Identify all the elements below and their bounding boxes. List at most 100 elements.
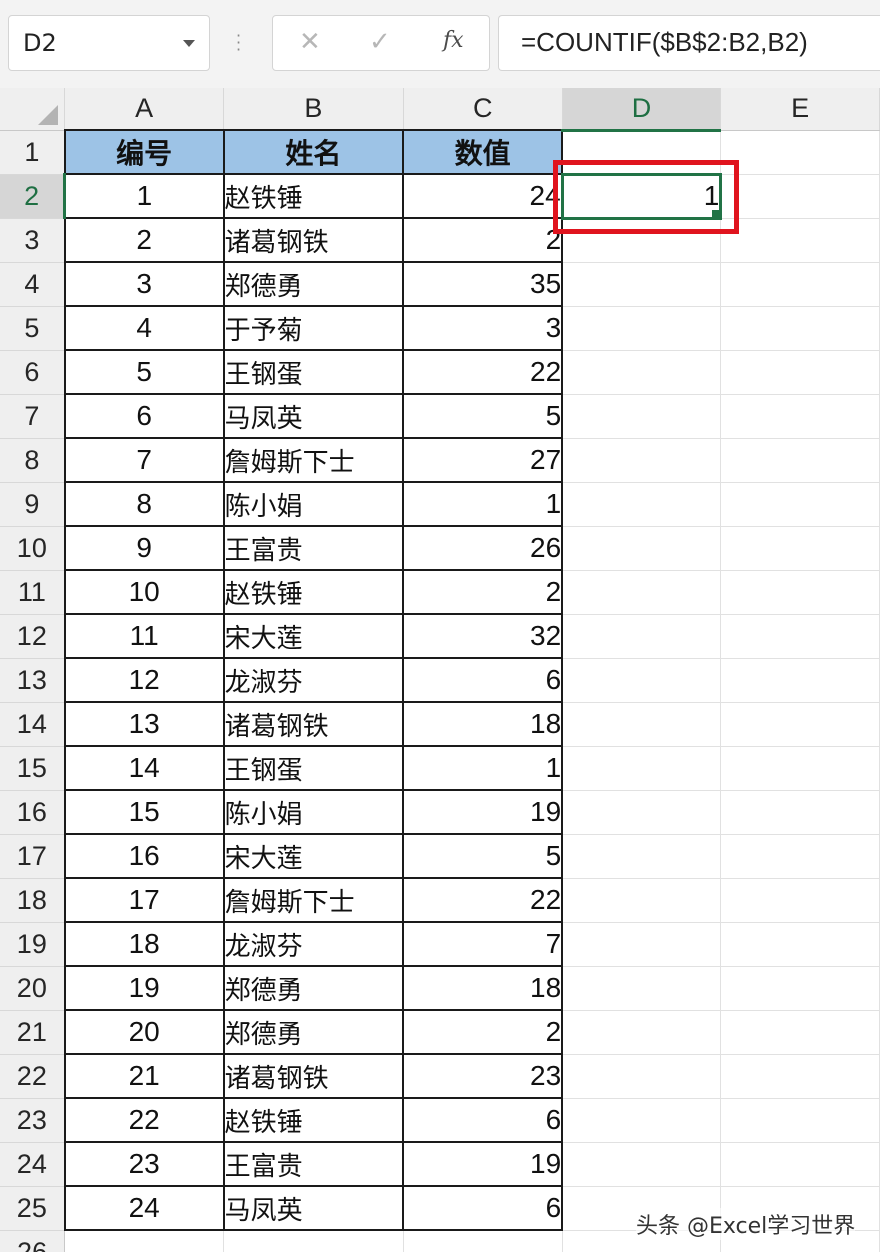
cell[interactable]: [720, 130, 880, 175]
cell-value[interactable]: 3: [402, 305, 564, 351]
cell-value[interactable]: 24: [402, 173, 564, 219]
cell-name[interactable]: 马凤英: [222, 1185, 405, 1231]
cell[interactable]: [720, 218, 880, 263]
cell[interactable]: [562, 1054, 722, 1099]
cell[interactable]: [562, 834, 722, 879]
column-header-e[interactable]: E: [720, 88, 880, 131]
cell-id[interactable]: 4: [63, 305, 225, 351]
cell[interactable]: [720, 526, 880, 571]
cell-value[interactable]: 35: [402, 261, 564, 307]
cell-name[interactable]: 赵铁锤: [222, 569, 405, 615]
cell[interactable]: [720, 1010, 880, 1055]
cell[interactable]: [720, 614, 880, 659]
row-header[interactable]: 20: [0, 966, 66, 1011]
cell-value[interactable]: 5: [402, 393, 564, 439]
cell[interactable]: [720, 1142, 880, 1187]
cell-name[interactable]: 诸葛钢铁: [222, 701, 405, 747]
cell-name[interactable]: 龙淑芬: [222, 657, 405, 703]
cell-name[interactable]: 詹姆斯下士: [222, 437, 405, 483]
cell[interactable]: [720, 922, 880, 967]
cancel-icon[interactable]: ✕: [299, 27, 321, 57]
cell-name[interactable]: 王富贵: [222, 1141, 405, 1187]
cell-value[interactable]: 22: [402, 877, 564, 923]
cell-name[interactable]: 诸葛钢铁: [222, 217, 405, 263]
cell[interactable]: [223, 1230, 404, 1252]
cell-id[interactable]: 10: [63, 569, 225, 615]
row-header[interactable]: 3: [0, 218, 66, 263]
row-header[interactable]: 10: [0, 526, 66, 571]
cell[interactable]: [562, 350, 722, 395]
cell[interactable]: [720, 438, 880, 483]
cell[interactable]: [720, 966, 880, 1011]
header-cell-name[interactable]: 姓名: [222, 129, 405, 175]
cell-id[interactable]: 12: [63, 657, 225, 703]
column-header-b[interactable]: B: [223, 88, 404, 131]
cell[interactable]: [562, 1098, 722, 1143]
row-header[interactable]: 12: [0, 614, 66, 659]
cell-name[interactable]: 马凤英: [222, 393, 405, 439]
cell[interactable]: [720, 570, 880, 615]
row-header[interactable]: 13: [0, 658, 66, 703]
row-header[interactable]: 17: [0, 834, 66, 879]
cell-id[interactable]: 20: [63, 1009, 225, 1055]
cell-id[interactable]: 1: [63, 173, 225, 219]
cell[interactable]: [720, 174, 880, 219]
cell-id[interactable]: 17: [63, 877, 225, 923]
cell-value[interactable]: 23: [402, 1053, 564, 1099]
cell-id[interactable]: 16: [63, 833, 225, 879]
row-header[interactable]: 1: [0, 130, 66, 175]
row-header[interactable]: 15: [0, 746, 66, 791]
cell-id[interactable]: 15: [63, 789, 225, 835]
cell-value[interactable]: 18: [402, 701, 564, 747]
cell[interactable]: [562, 262, 722, 307]
cell[interactable]: [562, 702, 722, 747]
drag-handle-icon[interactable]: · · ·: [236, 28, 241, 58]
cell[interactable]: [720, 262, 880, 307]
cell[interactable]: [562, 614, 722, 659]
cell-value[interactable]: 32: [402, 613, 564, 659]
cell[interactable]: [720, 834, 880, 879]
cell-id[interactable]: 3: [63, 261, 225, 307]
cell-id[interactable]: 13: [63, 701, 225, 747]
cell-value[interactable]: 1: [402, 745, 564, 791]
row-header[interactable]: 6: [0, 350, 66, 395]
cell-id[interactable]: 9: [63, 525, 225, 571]
cell[interactable]: [720, 878, 880, 923]
cell-id[interactable]: 19: [63, 965, 225, 1011]
cell-id[interactable]: 6: [63, 393, 225, 439]
cell-name[interactable]: 陈小娟: [222, 481, 405, 527]
cell[interactable]: [720, 482, 880, 527]
cell-name[interactable]: 郑德勇: [222, 1009, 405, 1055]
select-all-button[interactable]: [0, 88, 66, 131]
cell-value[interactable]: 1: [402, 481, 564, 527]
cell-value[interactable]: 19: [402, 789, 564, 835]
cell-id[interactable]: 23: [63, 1141, 225, 1187]
row-header[interactable]: 21: [0, 1010, 66, 1055]
cell[interactable]: [720, 1054, 880, 1099]
cell-id[interactable]: 7: [63, 437, 225, 483]
cell[interactable]: [562, 394, 722, 439]
row-header[interactable]: 23: [0, 1098, 66, 1143]
cell[interactable]: [562, 306, 722, 351]
cell[interactable]: [562, 526, 722, 571]
cell-name[interactable]: 赵铁锤: [222, 1097, 405, 1143]
row-header[interactable]: 7: [0, 394, 66, 439]
insert-function-icon[interactable]: fx: [443, 28, 464, 53]
column-header-a[interactable]: A: [64, 88, 225, 131]
cell-name[interactable]: 赵铁锤: [222, 173, 405, 219]
header-cell-value[interactable]: 数值: [402, 129, 564, 175]
cell-name[interactable]: 詹姆斯下士: [222, 877, 405, 923]
cell-name[interactable]: 王钢蛋: [222, 745, 405, 791]
cell[interactable]: [562, 1142, 722, 1187]
cell[interactable]: [562, 922, 722, 967]
formula-input[interactable]: =COUNTIF($B$2:B2,B2): [498, 15, 880, 71]
cell-value[interactable]: 5: [402, 833, 564, 879]
cell[interactable]: [562, 482, 722, 527]
cell[interactable]: [562, 1010, 722, 1055]
row-header[interactable]: 26: [0, 1230, 66, 1252]
cell[interactable]: [720, 1098, 880, 1143]
cell[interactable]: [720, 658, 880, 703]
cell-name[interactable]: 诸葛钢铁: [222, 1053, 405, 1099]
cell[interactable]: [720, 394, 880, 439]
cell-id[interactable]: 14: [63, 745, 225, 791]
